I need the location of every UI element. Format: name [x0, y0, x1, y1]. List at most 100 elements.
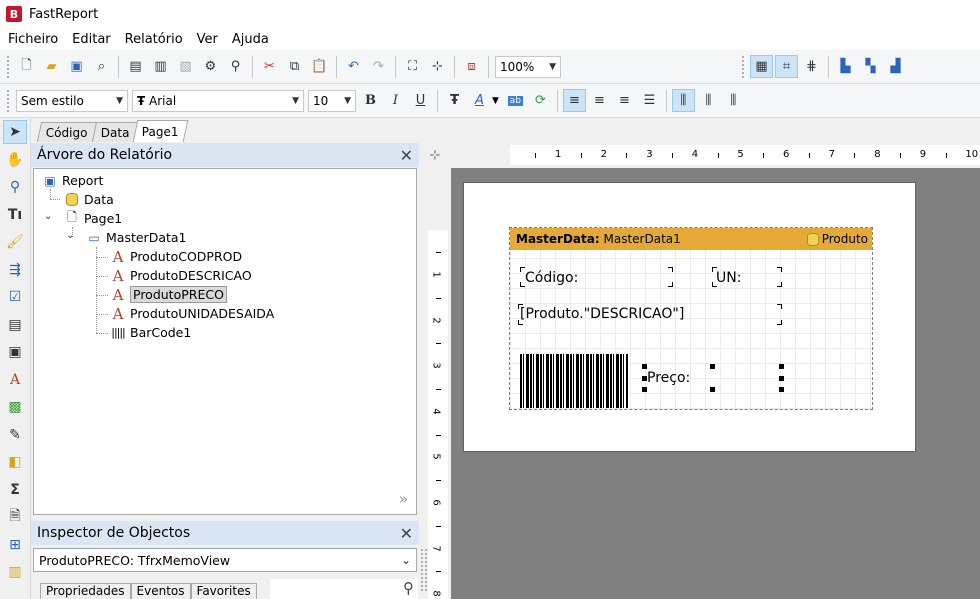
align-right-edges-button[interactable]: ▟ [884, 55, 907, 78]
close-icon[interactable]: ✕ [400, 146, 413, 165]
barcode-object[interactable] [520, 354, 628, 408]
text-align-right-button[interactable]: ≡ [613, 89, 636, 112]
selection-handle[interactable] [642, 387, 647, 392]
zoom-tool[interactable]: ⚲ [3, 175, 27, 199]
find-button[interactable]: ⚲ [224, 55, 247, 78]
selection-handle[interactable] [779, 364, 784, 369]
rich-text-tool[interactable]: 🗎 [3, 505, 27, 529]
chevron-down-icon[interactable]: ⌄ [66, 230, 74, 241]
tab-eventos[interactable]: Eventos [130, 583, 191, 599]
tree-item-report[interactable]: ▣ Report [42, 171, 103, 190]
rotate-button[interactable]: ⟳ [529, 89, 552, 112]
chevron-down-icon[interactable]: ▼ [492, 96, 499, 106]
chevron-down-icon[interactable]: ⌄ [44, 211, 52, 222]
toolbar-grip[interactable] [741, 54, 745, 79]
paste-button[interactable]: 📋 [308, 55, 331, 78]
memo-descricao[interactable]: [Produto."DESCRICAO"] [520, 306, 684, 322]
menu-ficheiro[interactable]: Ficheiro [0, 32, 65, 47]
tree-item-produtocodprod[interactable]: A ProdutoCODPROD [110, 247, 243, 266]
system-text-tool[interactable]: Σ [3, 478, 27, 502]
tab-page1[interactable]: Page1 [132, 120, 189, 142]
tree-item-page1[interactable]: 🗋 Page1 [64, 209, 122, 228]
preview-button[interactable]: ⌕ [90, 55, 113, 78]
tree-item-masterdata1[interactable]: ▭ MasterData1 [86, 228, 186, 247]
align-centers-button[interactable]: ▚ [859, 55, 882, 78]
menu-ajuda[interactable]: Ajuda [225, 32, 276, 47]
valign-top-button[interactable]: ⫼ [671, 89, 695, 112]
zoom-select[interactable]: 100% ▼ [495, 55, 561, 78]
text-object-tool[interactable]: A [3, 368, 27, 392]
text-align-center-button[interactable]: ≡ [588, 89, 611, 112]
selection-handle[interactable] [779, 376, 784, 381]
page-settings-button[interactable]: ⚙ [199, 55, 222, 78]
format-painter-tool[interactable]: 🖌 [3, 230, 27, 254]
font-size-select[interactable]: 10 ▼ [308, 89, 356, 112]
splitter-grip[interactable] [420, 548, 428, 592]
new-report-button[interactable]: 🗋 [15, 55, 38, 78]
tab-propriedades[interactable]: Propriedades [40, 583, 131, 599]
toolbar-grip[interactable] [6, 88, 10, 113]
redo-button[interactable]: ↷ [367, 55, 390, 78]
highlight-button[interactable]: ab [504, 89, 527, 112]
selection-handle[interactable] [642, 364, 647, 369]
select-tool[interactable]: ➤ [3, 120, 27, 144]
valign-bottom-button[interactable]: ⫼ [722, 89, 745, 112]
tab-codigo[interactable]: Código [36, 122, 97, 142]
subreport-tool[interactable]: ▤ [3, 313, 27, 337]
font-dialog-button[interactable]: Ŧ [443, 89, 466, 112]
band-dataset[interactable]: Produto [806, 232, 868, 246]
align-to-grid-button[interactable]: ⌗ [775, 55, 798, 78]
ungroup-button[interactable]: ⊹ [426, 55, 449, 78]
memo-tool[interactable]: ▣ [3, 340, 27, 364]
tree-item-produtopreco[interactable]: A ProdutoPRECO [106, 285, 227, 304]
ruler-corner-icon[interactable]: ⊹ [421, 143, 449, 167]
picture-tool[interactable]: ▩ [3, 395, 27, 419]
selection-handle[interactable] [779, 387, 784, 392]
tree-item-produtodescricao[interactable]: A ProdutoDESCRICAO [110, 266, 252, 285]
tab-data[interactable]: Data [91, 122, 139, 142]
hand-tool[interactable]: ✋ [3, 148, 27, 172]
font-select[interactable]: Ŧ Arial ▼ [132, 89, 304, 112]
draw-tool[interactable]: ✎ [3, 423, 27, 447]
open-button[interactable]: ▰ [40, 55, 63, 78]
memo-codigo[interactable]: Código: [525, 270, 578, 286]
text-justify-button[interactable]: ☰ [638, 89, 661, 112]
copy-button[interactable]: ⧉ [283, 55, 306, 78]
checkbox-tool[interactable]: ☑ [3, 285, 27, 309]
fit-to-grid-button[interactable]: ⋕ [800, 55, 823, 78]
menu-editar[interactable]: Editar [65, 32, 118, 47]
font-color-button[interactable]: A [468, 89, 491, 112]
delete-page-button[interactable]: ▧ [174, 55, 197, 78]
new-dialog-button[interactable]: ▥ [149, 55, 172, 78]
tree-item-produtounidadesaida[interactable]: A ProdutoUNIDADESAIDA [110, 304, 275, 323]
tree-item-data[interactable]: Data [64, 190, 114, 209]
memo-preco[interactable]: Preço: [647, 370, 690, 386]
menu-relatorio[interactable]: Relatório [118, 32, 190, 47]
close-icon[interactable]: ✕ [400, 524, 413, 543]
align-left-edges-button[interactable]: ▙ [834, 55, 857, 78]
property-search[interactable]: ⚲ [270, 579, 418, 599]
search-icon[interactable]: ⚲ [403, 579, 414, 597]
cross-tab-tool[interactable]: ⊞ [3, 533, 27, 557]
double-chevron-right-icon[interactable]: » [399, 490, 408, 508]
band-header[interactable]: MasterData: MasterData1 Produto [510, 228, 872, 250]
text-tool[interactable]: Tı [3, 203, 27, 227]
show-grid-button[interactable]: ▦ [750, 55, 773, 78]
group-button[interactable]: ⛶ [401, 55, 424, 78]
selection-handle[interactable] [710, 364, 715, 369]
bring-front-button[interactable]: ⧈ [460, 55, 483, 78]
undo-button[interactable]: ↶ [342, 55, 365, 78]
save-button[interactable]: ▣ [65, 55, 88, 78]
underline-button[interactable]: U [409, 89, 432, 112]
style-select[interactable]: Sem estilo ▼ [16, 89, 128, 112]
selection-handle[interactable] [642, 376, 647, 381]
cut-button[interactable]: ✂ [258, 55, 281, 78]
new-page-button[interactable]: ▤ [124, 55, 147, 78]
tree-item-barcode1[interactable]: ||||| BarCode1 [110, 323, 191, 342]
memo-un[interactable]: UN: [716, 270, 741, 286]
menu-ver[interactable]: Ver [190, 32, 225, 47]
band-tool[interactable]: ⇶ [3, 258, 27, 282]
object-select[interactable]: ProdutoPRECO: TfrxMemoView ⌄ [33, 548, 417, 572]
shape-tool[interactable]: ◧ [3, 450, 27, 474]
selection-handle[interactable] [710, 387, 715, 392]
